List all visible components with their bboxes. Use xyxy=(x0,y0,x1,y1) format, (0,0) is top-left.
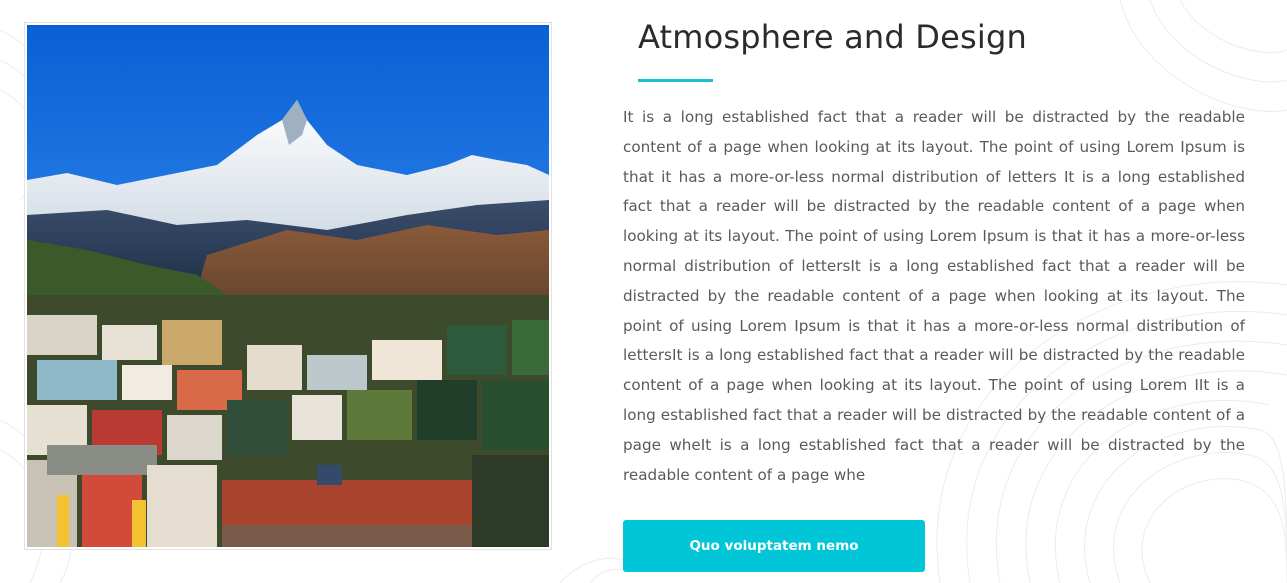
feature-image xyxy=(24,22,552,550)
heading-underline xyxy=(638,79,713,82)
landscape-photo xyxy=(27,25,549,547)
section-description: It is a long established fact that a rea… xyxy=(623,108,1245,484)
cta-button[interactable]: Quo voluptatem nemo xyxy=(623,520,925,572)
section-heading: Atmosphere and Design xyxy=(638,18,1027,56)
